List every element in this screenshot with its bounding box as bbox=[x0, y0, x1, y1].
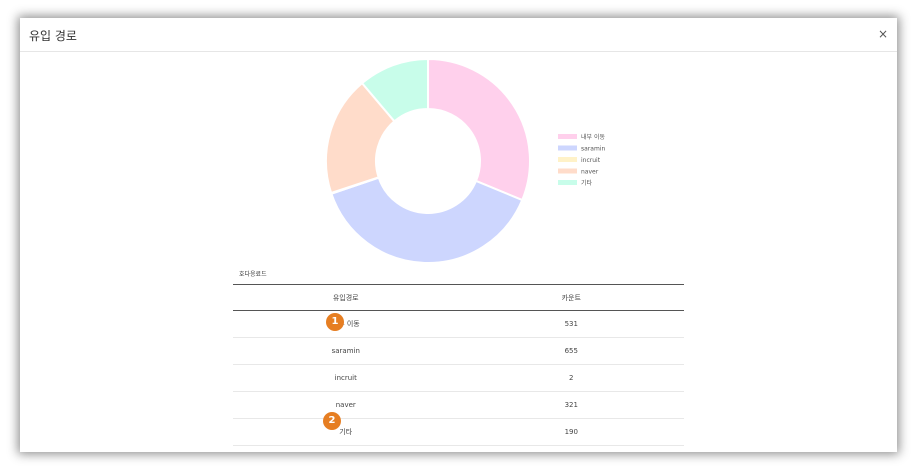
table-row: 기타 190 bbox=[233, 418, 684, 446]
legend-swatch[interactable] bbox=[558, 168, 577, 174]
total-label: 총합 bbox=[233, 446, 459, 453]
row-marker-badge: 1 bbox=[326, 313, 344, 331]
source-cell: incruit bbox=[233, 364, 459, 392]
total-count: 1699 bbox=[459, 446, 685, 453]
source-table: 유입경로 카운트 내부 이동 531 saramin 655 incruit 2… bbox=[233, 284, 684, 452]
count-cell: 531 bbox=[458, 310, 684, 338]
table-row: 내부 이동 531 bbox=[233, 310, 684, 338]
modal-dialog: 유입 경로 × 내부 이동 saramin incruit naver 기타 호다응료드… bbox=[20, 18, 897, 452]
count-cell: 190 bbox=[458, 418, 684, 446]
row-marker-badge: 2 bbox=[323, 412, 341, 430]
source-cell: saramin bbox=[233, 337, 459, 365]
count-cell: 321 bbox=[458, 391, 684, 419]
source-cell: naver bbox=[233, 391, 459, 419]
table-row: saramin 655 bbox=[233, 337, 684, 365]
legend-label[interactable]: 기타 bbox=[581, 179, 593, 187]
count-cell: 655 bbox=[458, 337, 684, 365]
source-cell: 내부 이동 bbox=[233, 310, 459, 338]
chart-legend: 내부 이동 saramin incruit naver 기타 bbox=[558, 133, 605, 187]
total-row: 총합 1699 bbox=[233, 446, 684, 453]
legend-swatch[interactable] bbox=[558, 145, 577, 151]
header-source: 유입경로 bbox=[332, 293, 359, 302]
table-row: incruit 2 bbox=[233, 364, 684, 392]
count-cell: 2 bbox=[458, 364, 684, 392]
source-cell: 기타 bbox=[233, 418, 459, 446]
donut-slice[interactable] bbox=[427, 57, 531, 202]
header-count: 카운트 bbox=[561, 293, 581, 302]
legend-swatch[interactable] bbox=[558, 134, 577, 139]
legend-label[interactable]: saramin bbox=[581, 146, 605, 153]
legend-label[interactable]: naver bbox=[581, 169, 599, 176]
donut-slice[interactable] bbox=[330, 176, 524, 264]
donut-chart: 내부 이동 saramin incruit naver 기타 bbox=[325, 57, 605, 264]
table-header-row: 유입경로 카운트 bbox=[233, 284, 684, 311]
legend-swatch[interactable] bbox=[558, 180, 577, 185]
table-section-title: 호다응료드 bbox=[239, 271, 267, 278]
legend-label[interactable]: incruit bbox=[581, 157, 601, 164]
table-row: naver 321 bbox=[233, 391, 684, 419]
legend-swatch[interactable] bbox=[558, 157, 577, 162]
legend-label[interactable]: 내부 이동 bbox=[581, 133, 605, 141]
